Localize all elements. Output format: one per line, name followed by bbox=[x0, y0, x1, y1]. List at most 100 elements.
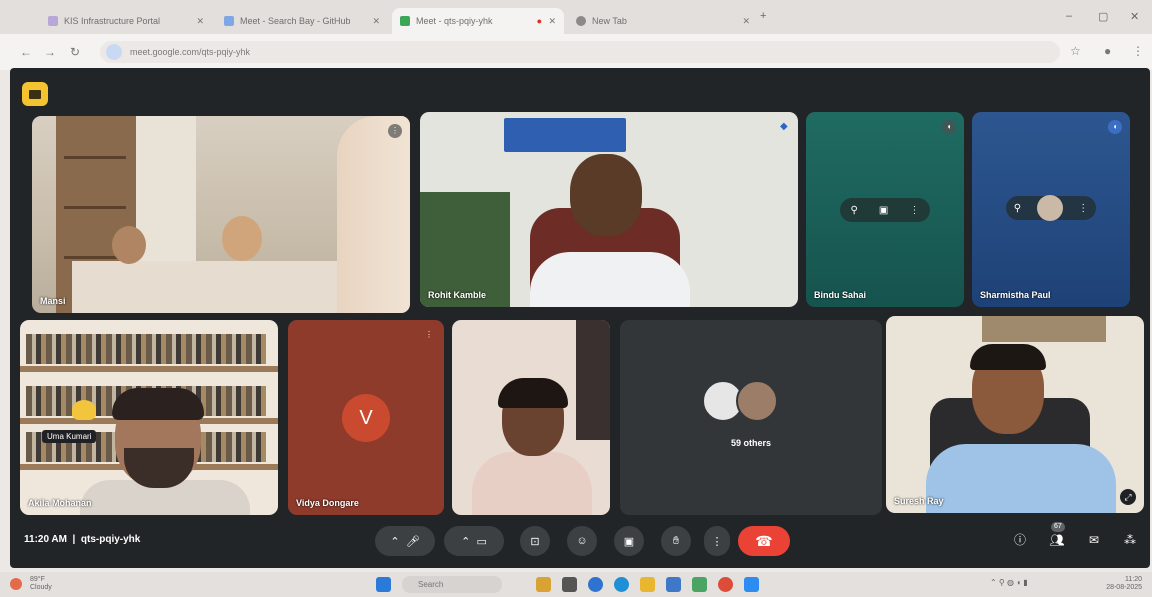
new-tab-icon[interactable]: + bbox=[760, 10, 766, 22]
meet-window: ⋮ Mansi ◆ Rohit Kamble ◖ ⚲ ▣ ⋮ Bindu Sah… bbox=[10, 68, 1150, 568]
avatar bbox=[736, 380, 778, 422]
others-tile[interactable]: 59 others bbox=[620, 320, 882, 515]
participant-tile[interactable]: ⋮ V Vidya Dongare bbox=[288, 320, 444, 515]
background-curtain bbox=[576, 320, 610, 440]
participant-tile[interactable]: ◖ ⚲ ▣ ⋮ Bindu Sahai bbox=[806, 112, 964, 307]
tab-meet[interactable]: Meet - qts-pqiy-yhk ● ✕ bbox=[392, 8, 564, 34]
expand-icon[interactable]: ⤢ bbox=[1120, 489, 1136, 505]
profile-icon[interactable]: ● bbox=[1104, 44, 1111, 58]
participant-name: Suresh Ray bbox=[894, 496, 944, 506]
participant-name: Mansi bbox=[40, 296, 66, 306]
camera-icon: ▭ bbox=[476, 535, 487, 548]
present-button[interactable]: ▣ bbox=[614, 526, 644, 556]
speaking-indicator-icon: ◖ bbox=[1108, 120, 1122, 134]
windows-taskbar: 89°F Cloudy Search ⌃ ⚲ ◍ ◖ ▮ 11:20 28-08-2… bbox=[0, 572, 1152, 597]
microphone-button[interactable]: ⌃ 🎤︎ bbox=[375, 526, 435, 556]
clock-time: 11:20 bbox=[1125, 576, 1142, 583]
people-icon: 👥︎ bbox=[1049, 533, 1065, 547]
pin-icon[interactable]: ⚲ bbox=[851, 205, 858, 216]
participant-video bbox=[472, 452, 592, 515]
task-view-icon[interactable] bbox=[562, 577, 577, 592]
minimize-icon[interactable]: – bbox=[1066, 10, 1072, 22]
maximize-icon[interactable]: ▢ bbox=[1098, 10, 1108, 23]
chrome-icon[interactable] bbox=[718, 577, 733, 592]
tab-new[interactable]: New Tab ✕ bbox=[568, 8, 758, 34]
people-button[interactable]: 67 👥︎ bbox=[1047, 522, 1067, 550]
mail-icon[interactable] bbox=[692, 577, 707, 592]
close-tab-icon[interactable]: ✕ bbox=[548, 16, 556, 27]
reload-icon[interactable]: ↻ bbox=[70, 45, 80, 59]
bookmark-icon[interactable]: ☆ bbox=[1070, 44, 1081, 58]
meet-favicon-icon bbox=[400, 16, 410, 26]
participant-video bbox=[498, 378, 568, 408]
more-options-icon[interactable]: ⋮ bbox=[909, 205, 919, 216]
camera-options-icon[interactable]: ⌃ bbox=[461, 535, 470, 548]
tab-label: Meet - Search Bay - GitHub bbox=[240, 16, 351, 26]
participant-tile[interactable]: ⤢ Suresh Ray bbox=[886, 316, 1144, 513]
windows-start-icon[interactable] bbox=[376, 577, 391, 592]
app-icon[interactable] bbox=[744, 577, 759, 592]
camera-button[interactable]: ⌃ ▭ bbox=[444, 526, 504, 556]
participant-name: Bindu Sahai bbox=[814, 290, 867, 300]
participant-tile[interactable] bbox=[452, 320, 610, 515]
muted-mic-icon: ⋮ bbox=[388, 124, 402, 138]
chat-icon[interactable]: ✉ bbox=[1084, 530, 1104, 550]
address-bar[interactable]: meet.google.com/qts-pqiy-yhk bbox=[100, 41, 1060, 63]
system-tray-icons[interactable]: ⌃ ⚲ ◍ ◖ ▮ bbox=[990, 578, 1028, 587]
pin-icon[interactable]: ⚲ bbox=[1014, 203, 1021, 214]
file-explorer-icon[interactable] bbox=[640, 577, 655, 592]
forward-icon[interactable]: → bbox=[44, 45, 56, 59]
edge-icon[interactable] bbox=[588, 577, 603, 592]
desktop-screen: KIS Infrastructure Portal ✕ Meet - Searc… bbox=[0, 0, 1152, 597]
recording-dot-icon: ● bbox=[536, 16, 542, 26]
close-tab-icon[interactable]: ✕ bbox=[372, 16, 380, 27]
close-window-icon[interactable]: ✕ bbox=[1130, 10, 1139, 23]
participant-video bbox=[970, 344, 1046, 370]
emoji-button[interactable]: ☺ bbox=[567, 526, 597, 556]
tile-hover-controls[interactable]: ⚲ ▣ ⋮ bbox=[840, 198, 930, 222]
participant-tile[interactable]: ◖ ⚲ ⋮ Sharmistha Paul bbox=[972, 112, 1130, 307]
participant-tile[interactable]: ◆ Rohit Kamble bbox=[420, 112, 798, 307]
more-options-button[interactable]: ⋮ bbox=[704, 526, 730, 556]
meeting-code: qts-pqiy-yhk bbox=[80, 534, 141, 545]
frame-icon[interactable]: ▣ bbox=[879, 205, 888, 216]
tile-hover-controls[interactable]: ⚲ ⋮ bbox=[1006, 195, 1096, 221]
close-tab-icon[interactable]: ✕ bbox=[742, 16, 750, 27]
weather-icon[interactable] bbox=[10, 578, 22, 590]
weather-condition: Cloudy bbox=[30, 584, 52, 591]
participant-video bbox=[337, 116, 410, 313]
participant-video bbox=[530, 252, 690, 307]
activities-icon[interactable]: ⁂ bbox=[1120, 530, 1140, 550]
others-count: 59 others bbox=[730, 438, 772, 448]
browser-icon[interactable] bbox=[614, 577, 629, 592]
raise-hand-button[interactable]: ✋︎ bbox=[661, 526, 691, 556]
more-options-icon[interactable]: ⋮ bbox=[422, 328, 436, 342]
back-icon[interactable]: ← bbox=[20, 45, 32, 59]
tab-infrastructure[interactable]: KIS Infrastructure Portal ✕ bbox=[40, 8, 212, 34]
background-books bbox=[26, 334, 266, 364]
tab-github[interactable]: Meet - Search Bay - GitHub ✕ bbox=[216, 8, 388, 34]
leave-call-button[interactable]: ☎︎ bbox=[738, 526, 790, 556]
taskbar-clock[interactable]: 11:20 28-08-2025 bbox=[1106, 576, 1142, 592]
participant-tile[interactable]: Uma Kumari Akila Mohanan bbox=[20, 320, 278, 515]
close-tab-icon[interactable]: ✕ bbox=[196, 16, 204, 27]
participant-tile[interactable]: ⋮ Mansi bbox=[32, 116, 410, 313]
background-frame bbox=[982, 316, 1106, 342]
widgets-icon[interactable] bbox=[536, 577, 551, 592]
raised-hand-name-tag: Uma Kumari bbox=[42, 430, 97, 443]
mic-options-icon[interactable]: ⌃ bbox=[390, 535, 399, 548]
menu-icon[interactable]: ⋮ bbox=[1132, 44, 1144, 58]
site-info-icon[interactable] bbox=[106, 44, 122, 60]
store-icon[interactable] bbox=[666, 577, 681, 592]
more-options-icon[interactable]: ⋮ bbox=[1078, 203, 1088, 214]
browser-toolbar: ← → ↻ meet.google.com/qts-pqiy-yhk ☆ ● ⋮ bbox=[0, 34, 1152, 70]
search-placeholder: Search bbox=[418, 580, 444, 589]
participant-video bbox=[112, 226, 146, 264]
meeting-info-icon[interactable]: ⓘ bbox=[1010, 530, 1030, 550]
participant-name: Rohit Kamble bbox=[428, 290, 487, 300]
weather-widget[interactable]: 89°F Cloudy bbox=[30, 576, 52, 592]
participant-name: Akila Mohanan bbox=[28, 498, 92, 508]
speaking-indicator-icon: ◆ bbox=[780, 121, 788, 132]
taskbar-search[interactable]: Search bbox=[402, 576, 502, 593]
captions-button[interactable]: ⊡ bbox=[520, 526, 550, 556]
